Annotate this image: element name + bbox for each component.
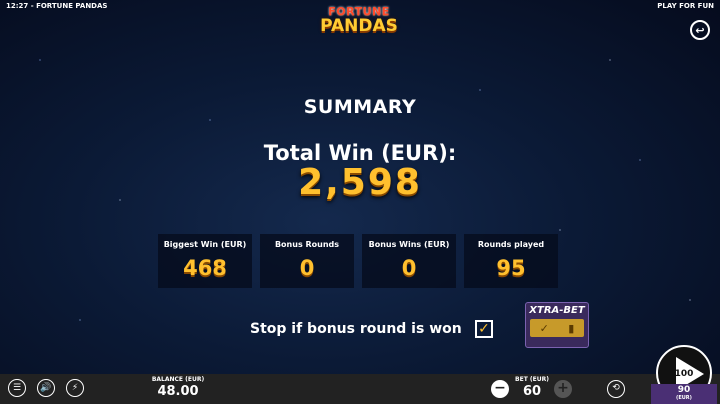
top-bar-left: 12:27 - FORTUNE PANDAS — [6, 2, 107, 12]
autoplay-remaining-value: 90 — [677, 385, 691, 395]
back-icon: ↩ — [695, 23, 705, 37]
stat-label: Biggest Win (EUR) — [163, 240, 247, 249]
stop-on-bonus-label: Stop if bonus round is won — [250, 321, 462, 337]
lightning-icon: ⚡ — [71, 383, 79, 393]
balance-value: 48.00 — [157, 384, 199, 399]
stat-value: 0 — [401, 256, 417, 280]
stat-rounds-played: Rounds played 95 — [464, 234, 558, 288]
sound-button[interactable]: 🔊 — [37, 379, 55, 397]
checkmark-icon: ✓ — [478, 321, 490, 337]
back-button[interactable]: ↩ — [690, 20, 710, 40]
xtra-bet-toggle[interactable]: XTRA-BET ✓ ▮ — [525, 302, 589, 348]
turbo-button[interactable]: ⚡ — [66, 379, 84, 397]
bet-increase-button[interactable]: + — [554, 380, 572, 398]
play-mode: PLAY FOR FUN — [657, 2, 714, 10]
stat-bonus-wins: Bonus Wins (EUR) 0 — [362, 234, 456, 288]
stat-label: Bonus Rounds — [274, 240, 340, 249]
minus-icon: − — [494, 380, 506, 396]
balance-label: BALANCE (EUR) — [151, 376, 205, 383]
game-title: FORTUNE PANDAS — [36, 2, 108, 10]
menu-icon: ☰ — [12, 383, 22, 393]
switch-knob-icon: ▮ — [568, 321, 575, 335]
stat-biggest-win: Biggest Win (EUR) 468 — [158, 234, 252, 288]
clock: 12:27 — [6, 2, 29, 10]
menu-button[interactable]: ☰ — [8, 379, 26, 397]
sound-icon: 🔊 — [40, 383, 52, 393]
plus-icon: + — [557, 380, 569, 396]
bet-decrease-button[interactable]: − — [491, 380, 509, 398]
autoplay-remaining: 90 (EUR) — [651, 384, 717, 404]
logo-line-pandas: PANDAS — [320, 16, 398, 36]
stat-label: Bonus Wins (EUR) — [368, 240, 450, 249]
bet-value: 60 — [522, 384, 542, 399]
autoplay-remaining-currency: (EUR) — [676, 395, 692, 401]
xtra-bet-label: XTRA-BET — [529, 305, 585, 316]
summary-title: SUMMARY — [303, 96, 417, 118]
autoplay-button[interactable]: ⟲ — [607, 380, 625, 398]
stat-value: 0 — [299, 256, 315, 280]
stat-bonus-rounds: Bonus Rounds 0 — [260, 234, 354, 288]
total-win-value: 2,598 — [298, 162, 422, 203]
xtra-bet-switch: ✓ ▮ — [530, 319, 584, 337]
game-logo: FORTUNE PANDAS — [318, 5, 400, 45]
checkmark-icon: ✓ — [539, 321, 549, 335]
stat-value: 95 — [496, 256, 526, 280]
stop-on-bonus-checkbox[interactable]: ✓ — [475, 320, 493, 338]
stat-value: 468 — [183, 256, 227, 280]
bet-label: BET (EUR) — [515, 376, 549, 383]
stat-label: Rounds played — [477, 240, 545, 249]
autoplay-icon: ⟲ — [612, 383, 620, 393]
spin-count: 100 — [674, 369, 694, 379]
